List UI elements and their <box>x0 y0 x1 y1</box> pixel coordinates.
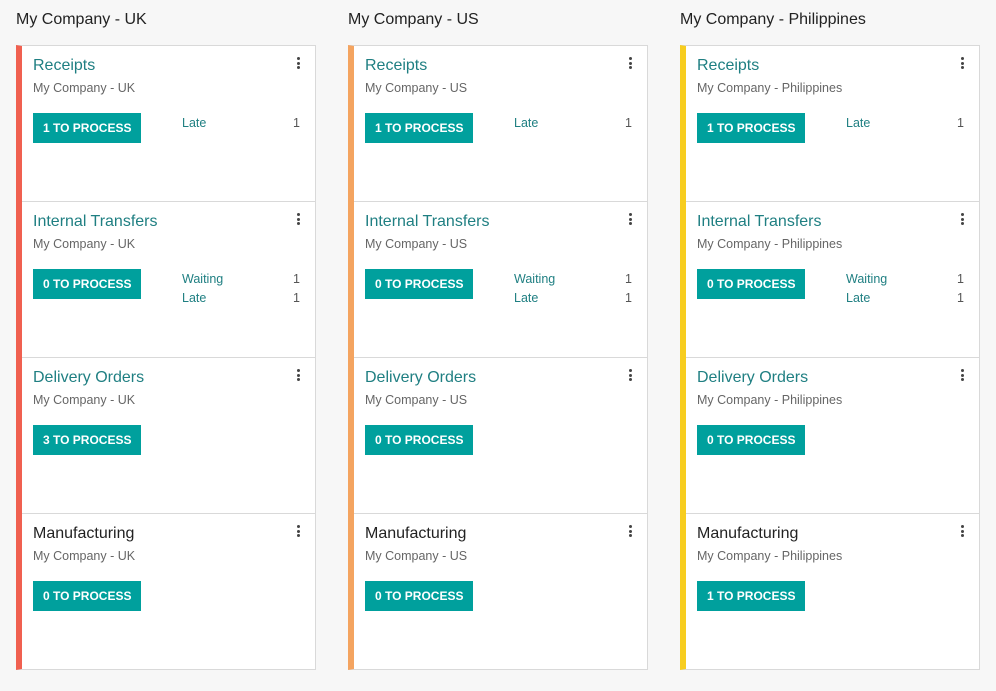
card-title-link[interactable]: Delivery Orders <box>33 369 144 387</box>
stat-row-waiting[interactable]: Waiting 1 <box>182 272 300 291</box>
to-process-button[interactable]: 1 TO PROCESS <box>365 113 474 143</box>
card-company: My Company - UK <box>33 549 136 563</box>
card-delivery-orders: Delivery Orders My Company - US 0 TO PRO… <box>354 358 647 514</box>
card-title-link[interactable]: Internal Transfers <box>365 213 490 231</box>
card-title-link[interactable]: Internal Transfers <box>33 213 158 231</box>
card-title-link[interactable]: Receipts <box>33 57 95 75</box>
stat-label: Late <box>514 291 539 305</box>
kebab-menu-icon[interactable] <box>297 213 301 225</box>
stat-row-late[interactable]: Late 1 <box>182 291 300 310</box>
stat-label: Late <box>846 116 871 130</box>
kebab-menu-icon[interactable] <box>961 525 965 537</box>
to-process-button[interactable]: 0 TO PROCESS <box>365 581 474 611</box>
kebab-menu-icon[interactable] <box>961 369 965 381</box>
card-title-link[interactable]: Receipts <box>697 57 759 75</box>
column-title: My Company - Philippines <box>680 11 866 28</box>
card-stats: Waiting 1 Late 1 <box>846 272 964 310</box>
card-title-link[interactable]: Receipts <box>365 57 427 75</box>
kebab-menu-icon[interactable] <box>629 369 633 381</box>
to-process-button[interactable]: 1 TO PROCESS <box>697 113 806 143</box>
kebab-menu-icon[interactable] <box>297 369 301 381</box>
kebab-menu-icon[interactable] <box>961 57 965 69</box>
card-receipts: Receipts My Company - UK 1 TO PROCESS La… <box>22 46 315 202</box>
card-company: My Company - US <box>365 393 468 407</box>
stat-row-waiting[interactable]: Waiting 1 <box>846 272 964 291</box>
stat-label: Waiting <box>182 272 224 286</box>
card-company: My Company - US <box>365 237 468 251</box>
card-title-link[interactable]: Internal Transfers <box>697 213 822 231</box>
kebab-menu-icon[interactable] <box>297 525 301 537</box>
card-company: My Company - Philippines <box>697 81 843 95</box>
card-group: Receipts My Company - US 1 TO PROCESS La… <box>348 45 648 670</box>
card-company: My Company - Philippines <box>697 237 843 251</box>
card-company: My Company - US <box>365 81 468 95</box>
card-stats: Late 1 <box>182 116 300 135</box>
to-process-button[interactable]: 0 TO PROCESS <box>365 425 474 455</box>
to-process-button[interactable]: 0 TO PROCESS <box>33 269 142 299</box>
card-stats: Waiting 1 Late 1 <box>514 272 632 310</box>
stat-count: 1 <box>957 272 964 286</box>
stat-count: 1 <box>625 116 632 130</box>
stat-row-waiting[interactable]: Waiting 1 <box>514 272 632 291</box>
card-company: My Company - Philippines <box>697 549 843 563</box>
card-company: My Company - US <box>365 549 468 563</box>
card-internal-transfers: Internal Transfers My Company - UK 0 TO … <box>22 202 315 358</box>
stat-label: Late <box>182 291 207 305</box>
column-title: My Company - UK <box>16 11 147 28</box>
stat-row-late[interactable]: Late 1 <box>846 291 964 310</box>
stat-row-late[interactable]: Late 1 <box>182 116 300 135</box>
card-group: Receipts My Company - UK 1 TO PROCESS La… <box>16 45 316 670</box>
card-title-link[interactable]: Manufacturing <box>697 525 798 543</box>
card-company: My Company - UK <box>33 237 136 251</box>
card-internal-transfers: Internal Transfers My Company - Philippi… <box>686 202 979 358</box>
stat-label: Late <box>514 116 539 130</box>
card-title-link[interactable]: Delivery Orders <box>697 369 808 387</box>
card-title-link[interactable]: Delivery Orders <box>365 369 476 387</box>
card-title-link[interactable]: Manufacturing <box>33 525 134 543</box>
stat-row-late[interactable]: Late 1 <box>514 116 632 135</box>
stat-label: Waiting <box>846 272 888 286</box>
stat-row-late[interactable]: Late 1 <box>846 116 964 135</box>
card-title-link[interactable]: Manufacturing <box>365 525 466 543</box>
stat-count: 1 <box>957 116 964 130</box>
card-delivery-orders: Delivery Orders My Company - UK 3 TO PRO… <box>22 358 315 514</box>
card-receipts: Receipts My Company - US 1 TO PROCESS La… <box>354 46 647 202</box>
card-stats: Late 1 <box>514 116 632 135</box>
kebab-menu-icon[interactable] <box>961 213 965 225</box>
column-title: My Company - US <box>348 11 479 28</box>
stat-label: Waiting <box>514 272 556 286</box>
stat-count: 1 <box>625 272 632 286</box>
to-process-button[interactable]: 1 TO PROCESS <box>697 581 806 611</box>
card-company: My Company - UK <box>33 81 136 95</box>
card-stats: Waiting 1 Late 1 <box>182 272 300 310</box>
kebab-menu-icon[interactable] <box>297 57 301 69</box>
stat-count: 1 <box>293 116 300 130</box>
card-group: Receipts My Company - Philippines 1 TO P… <box>680 45 980 670</box>
card-manufacturing: Manufacturing My Company - US 0 TO PROCE… <box>354 514 647 669</box>
card-internal-transfers: Internal Transfers My Company - US 0 TO … <box>354 202 647 358</box>
card-receipts: Receipts My Company - Philippines 1 TO P… <box>686 46 979 202</box>
to-process-button[interactable]: 3 TO PROCESS <box>33 425 142 455</box>
kebab-menu-icon[interactable] <box>629 213 633 225</box>
card-manufacturing: Manufacturing My Company - UK 0 TO PROCE… <box>22 514 315 669</box>
card-company: My Company - UK <box>33 393 136 407</box>
card-delivery-orders: Delivery Orders My Company - Philippines… <box>686 358 979 514</box>
to-process-button[interactable]: 0 TO PROCESS <box>365 269 474 299</box>
stat-row-late[interactable]: Late 1 <box>514 291 632 310</box>
stat-count: 1 <box>957 291 964 305</box>
stat-label: Late <box>846 291 871 305</box>
kebab-menu-icon[interactable] <box>629 525 633 537</box>
stat-count: 1 <box>293 272 300 286</box>
card-stats: Late 1 <box>846 116 964 135</box>
to-process-button[interactable]: 0 TO PROCESS <box>33 581 142 611</box>
kebab-menu-icon[interactable] <box>629 57 633 69</box>
to-process-button[interactable]: 1 TO PROCESS <box>33 113 142 143</box>
to-process-button[interactable]: 0 TO PROCESS <box>697 269 806 299</box>
to-process-button[interactable]: 0 TO PROCESS <box>697 425 806 455</box>
stat-count: 1 <box>293 291 300 305</box>
card-company: My Company - Philippines <box>697 393 843 407</box>
stat-label: Late <box>182 116 207 130</box>
stat-count: 1 <box>625 291 632 305</box>
card-manufacturing: Manufacturing My Company - Philippines 1… <box>686 514 979 669</box>
